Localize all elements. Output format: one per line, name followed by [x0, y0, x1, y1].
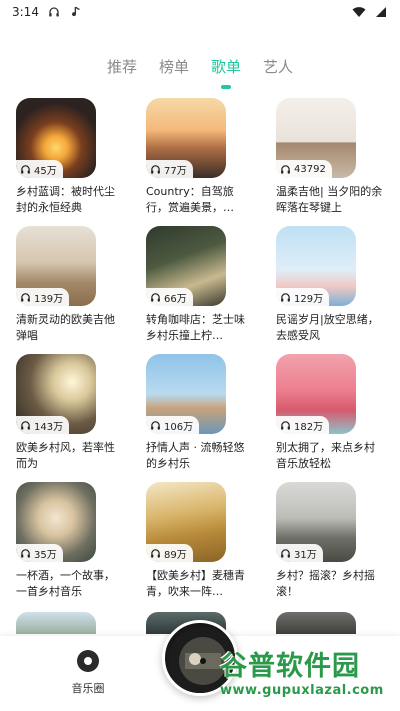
category-tabs: 推荐 榜单 歌单 艺人: [0, 52, 400, 89]
play-count: 182万: [294, 421, 324, 433]
playlist-cover[interactable]: 31万: [276, 482, 356, 562]
playlist-cover[interactable]: 89万: [146, 482, 226, 562]
headphone-icon: [151, 548, 160, 558]
playlist-card[interactable]: 66万 转角咖啡店：芝士味乡村乐撞上柠…: [146, 226, 254, 354]
play-count-badge: 35万: [16, 544, 63, 562]
playlist-cover[interactable]: 35万: [16, 482, 96, 562]
headphone-icon: [21, 292, 30, 302]
play-count: 143万: [34, 421, 64, 433]
tab-label: 推荐: [106, 58, 137, 76]
music-note-icon: [69, 5, 83, 19]
playlist-card[interactable]: 43792 温柔吉他| 当夕阳的余晖落在琴键上: [276, 98, 384, 226]
playlist-card[interactable]: 139万 清新灵动的欧美吉他弹唱: [16, 226, 124, 354]
play-count: 66万: [164, 293, 187, 305]
playlist-card[interactable]: 77万 Country：自驾旅行，赏遍美景，…: [146, 98, 254, 226]
playlist-title[interactable]: 民谣岁月|放空思绪，去感受风: [276, 312, 384, 344]
watermark: 谷普软件园 www.gupuxlazal.com: [220, 644, 396, 704]
watermark-url: www.gupuxlazal.com: [220, 683, 384, 698]
playlist-cover[interactable]: 143万: [16, 354, 96, 434]
headphone-icon: [151, 420, 160, 430]
tab-label: 歌单: [211, 58, 242, 76]
play-count-badge: 139万: [16, 288, 70, 306]
active-tab-indicator: [221, 85, 231, 89]
playlist-title[interactable]: 欧美乡村风，若率性而为: [16, 440, 124, 472]
play-count-badge: 89万: [146, 544, 193, 562]
tab-playlists[interactable]: 歌单: [209, 52, 243, 89]
playlist-cover[interactable]: 139万: [16, 226, 96, 306]
play-count: 35万: [34, 549, 57, 561]
play-count: 43792: [294, 163, 326, 175]
playlist-cover[interactable]: 129万: [276, 226, 356, 306]
tab-label: 艺人: [263, 58, 294, 76]
playlist-cover-partial[interactable]: [276, 612, 356, 634]
playlist-card[interactable]: 31万 乡村？摇滚？乡村摇滚！: [276, 482, 384, 610]
playlist-cover[interactable]: 66万: [146, 226, 226, 306]
playlist-title[interactable]: 别太拥了，来点乡村音乐放轻松: [276, 440, 384, 472]
play-count-badge: 66万: [146, 288, 193, 306]
play-count: 89万: [164, 549, 187, 561]
play-count-badge: 77万: [146, 160, 193, 178]
nav-music-circle[interactable]: 音乐圈: [66, 650, 110, 696]
playlist-card[interactable]: 89万 【欧美乡村】麦穗青青，吹来一阵…: [146, 482, 254, 610]
play-count: 31万: [294, 549, 317, 561]
playlist-cover[interactable]: 182万: [276, 354, 356, 434]
tab-artists[interactable]: 艺人: [261, 52, 295, 81]
status-time: 3:14: [12, 5, 39, 19]
play-count-badge: 31万: [276, 544, 323, 562]
playlist-title[interactable]: 清新灵动的欧美吉他弹唱: [16, 312, 124, 344]
play-count-badge: 43792: [276, 160, 332, 178]
play-count: 77万: [164, 165, 187, 177]
playlist-title[interactable]: 一杯酒，一个故事，一首乡村音乐: [16, 568, 124, 600]
playlist-card[interactable]: 182万 别太拥了，来点乡村音乐放轻松: [276, 354, 384, 482]
headphone-icon: [281, 164, 290, 174]
watermark-main: 谷普软件园: [220, 651, 360, 682]
playlist-title[interactable]: 抒情人声 · 流畅轻悠的乡村乐: [146, 440, 254, 472]
playlist-card[interactable]: 35万 一杯酒，一个故事，一首乡村音乐: [16, 482, 124, 610]
status-bar: 3:14: [0, 0, 400, 24]
tab-recommend[interactable]: 推荐: [105, 52, 139, 81]
headphone-icon: [281, 292, 290, 302]
play-count: 106万: [164, 421, 194, 433]
play-count-badge: 106万: [146, 416, 200, 434]
headphone-icon: [21, 548, 30, 558]
wifi-icon: [352, 5, 366, 19]
tab-charts[interactable]: 榜单: [157, 52, 191, 81]
playlist-cover[interactable]: 77万: [146, 98, 226, 178]
play-count: 129万: [294, 293, 324, 305]
playlist-cover[interactable]: 106万: [146, 354, 226, 434]
playlist-title[interactable]: 转角咖啡店：芝士味乡村乐撞上柠…: [146, 312, 254, 344]
playlist-title[interactable]: 【欧美乡村】麦穗青青，吹来一阵…: [146, 568, 254, 600]
music-circle-icon: [77, 650, 99, 672]
play-count: 45万: [34, 165, 57, 177]
headphone-icon: [281, 548, 290, 558]
playlist-cover[interactable]: 43792: [276, 98, 356, 178]
playlist-title[interactable]: 乡村？摇滚？乡村摇滚！: [276, 568, 384, 600]
play-count: 139万: [34, 293, 64, 305]
tab-label: 榜单: [158, 58, 189, 76]
play-count-badge: 182万: [276, 416, 330, 434]
playlist-grid: 45万 乡村蓝调：被时代尘封的永恒经典 77万 Country：自驾旅行，赏遍美…: [16, 98, 384, 610]
playlist-cover[interactable]: 45万: [16, 98, 96, 178]
headphone-icon: [151, 292, 160, 302]
play-count-badge: 45万: [16, 160, 63, 178]
signal-icon: [374, 5, 388, 19]
playlist-title[interactable]: 温柔吉他| 当夕阳的余晖落在琴键上: [276, 184, 384, 216]
playlist-cover-partial[interactable]: [16, 612, 96, 634]
playlist-title[interactable]: Country：自驾旅行，赏遍美景，…: [146, 184, 254, 216]
play-count-badge: 129万: [276, 288, 330, 306]
headphone-icon: [281, 420, 290, 430]
playlist-card[interactable]: 129万 民谣岁月|放空思绪，去感受风: [276, 226, 384, 354]
playlist-card[interactable]: 143万 欧美乡村风，若率性而为: [16, 354, 124, 482]
playlist-card[interactable]: 106万 抒情人声 · 流畅轻悠的乡村乐: [146, 354, 254, 482]
headphone-icon: [21, 420, 30, 430]
playlist-title[interactable]: 乡村蓝调：被时代尘封的永恒经典: [16, 184, 124, 216]
headphone-icon: [151, 164, 160, 174]
headphone-icon: [47, 5, 61, 19]
play-count-badge: 143万: [16, 416, 70, 434]
nav-label: 音乐圈: [71, 682, 105, 695]
playlist-card[interactable]: 45万 乡村蓝调：被时代尘封的永恒经典: [16, 98, 124, 226]
headphone-icon: [21, 164, 30, 174]
